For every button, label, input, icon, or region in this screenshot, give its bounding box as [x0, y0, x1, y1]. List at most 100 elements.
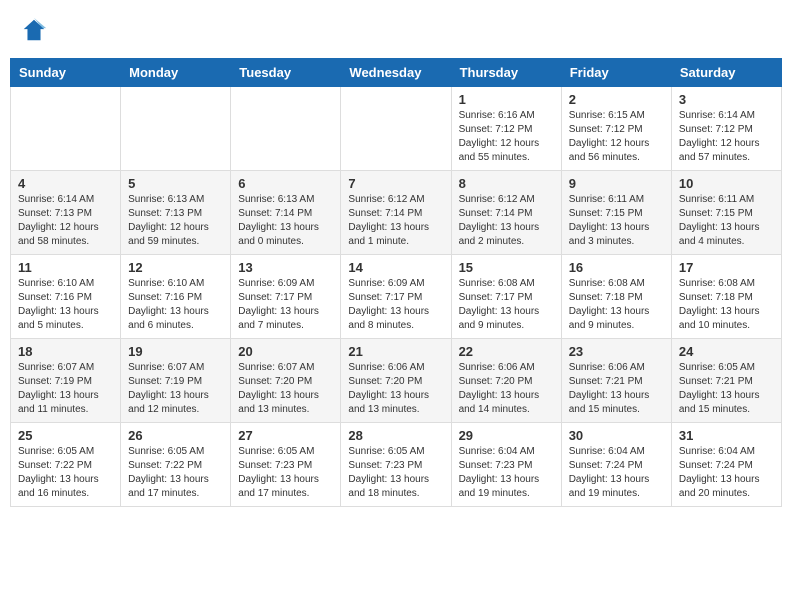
- calendar-cell: 9 Sunrise: 6:11 AMSunset: 7:15 PMDaylight…: [561, 171, 671, 255]
- day-number: 17: [679, 260, 774, 275]
- day-info: Sunrise: 6:12 AMSunset: 7:14 PMDaylight:…: [348, 193, 443, 249]
- calendar-cell: 21 Sunrise: 6:06 AMSunset: 7:20 PMDayligh…: [341, 339, 451, 423]
- day-info: Sunrise: 6:05 AMSunset: 7:21 PMDaylight:…: [679, 361, 774, 417]
- calendar-cell: [121, 87, 231, 171]
- day-info: Sunrise: 6:05 AMSunset: 7:22 PMDaylight:…: [18, 445, 113, 501]
- day-number: 16: [569, 260, 664, 275]
- calendar-cell: 2 Sunrise: 6:15 AMSunset: 7:12 PMDaylight…: [561, 87, 671, 171]
- col-header-tuesday: Tuesday: [231, 59, 341, 87]
- calendar-cell: 29 Sunrise: 6:04 AMSunset: 7:23 PMDayligh…: [451, 423, 561, 507]
- day-info: Sunrise: 6:13 AMSunset: 7:13 PMDaylight:…: [128, 193, 223, 249]
- day-number: 21: [348, 344, 443, 359]
- day-info: Sunrise: 6:11 AMSunset: 7:15 PMDaylight:…: [569, 193, 664, 249]
- col-header-saturday: Saturday: [671, 59, 781, 87]
- page-header: [10, 10, 782, 50]
- calendar-cell: 12 Sunrise: 6:10 AMSunset: 7:16 PMDayligh…: [121, 255, 231, 339]
- col-header-wednesday: Wednesday: [341, 59, 451, 87]
- calendar-cell: 27Sunrise: 6:05 AMSunset: 7:23 PMDayligh…: [231, 423, 341, 507]
- calendar-cell: 8 Sunrise: 6:12 AMSunset: 7:14 PMDaylight…: [451, 171, 561, 255]
- day-number: 23: [569, 344, 664, 359]
- calendar-cell: 28 Sunrise: 6:05 AMSunset: 7:23 PMDayligh…: [341, 423, 451, 507]
- day-info: Sunrise: 6:05 AMSunset: 7:23 PMDaylight:…: [238, 445, 333, 501]
- calendar-cell: 1 Sunrise: 6:16 AMSunset: 7:12 PMDaylight…: [451, 87, 561, 171]
- day-info: Sunrise: 6:13 AMSunset: 7:14 PMDaylight:…: [238, 193, 333, 249]
- calendar-cell: 25 Sunrise: 6:05 AMSunset: 7:22 PMDayligh…: [11, 423, 121, 507]
- day-info: Sunrise: 6:05 AMSunset: 7:23 PMDaylight:…: [348, 445, 443, 501]
- calendar-cell: 13Sunrise: 6:09 AMSunset: 7:17 PMDayligh…: [231, 255, 341, 339]
- col-header-thursday: Thursday: [451, 59, 561, 87]
- day-info: Sunrise: 6:16 AMSunset: 7:12 PMDaylight:…: [459, 109, 554, 165]
- day-number: 3: [679, 92, 774, 107]
- calendar-cell: 18 Sunrise: 6:07 AMSunset: 7:19 PMDayligh…: [11, 339, 121, 423]
- day-number: 11: [18, 260, 113, 275]
- day-info: Sunrise: 6:04 AMSunset: 7:24 PMDaylight:…: [679, 445, 774, 501]
- day-number: 7: [348, 176, 443, 191]
- day-info: Sunrise: 6:08 AMSunset: 7:18 PMDaylight:…: [569, 277, 664, 333]
- calendar-cell: 6 Sunrise: 6:13 AMSunset: 7:14 PMDaylight…: [231, 171, 341, 255]
- col-header-sunday: Sunday: [11, 59, 121, 87]
- calendar-cell: 15 Sunrise: 6:08 AMSunset: 7:17 PMDayligh…: [451, 255, 561, 339]
- day-number: 19: [128, 344, 223, 359]
- day-number: 9: [569, 176, 664, 191]
- day-info: Sunrise: 6:07 AMSunset: 7:19 PMDaylight:…: [128, 361, 223, 417]
- day-number: 12: [128, 260, 223, 275]
- day-number: 20: [238, 344, 333, 359]
- day-number: 4: [18, 176, 113, 191]
- day-info: Sunrise: 6:12 AMSunset: 7:14 PMDaylight:…: [459, 193, 554, 249]
- day-number: 31: [679, 428, 774, 443]
- calendar-cell: 7 Sunrise: 6:12 AMSunset: 7:14 PMDaylight…: [341, 171, 451, 255]
- day-number: 18: [18, 344, 113, 359]
- col-header-friday: Friday: [561, 59, 671, 87]
- day-number: 2: [569, 92, 664, 107]
- calendar-week-row: 1 Sunrise: 6:16 AMSunset: 7:12 PMDaylight…: [11, 87, 782, 171]
- calendar-week-row: 4Sunrise: 6:14 AMSunset: 7:13 PMDaylight…: [11, 171, 782, 255]
- calendar-header-row: SundayMondayTuesdayWednesdayThursdayFrid…: [11, 59, 782, 87]
- day-number: 14: [348, 260, 443, 275]
- calendar-cell: 24 Sunrise: 6:05 AMSunset: 7:21 PMDayligh…: [671, 339, 781, 423]
- calendar-cell: 17Sunrise: 6:08 AMSunset: 7:18 PMDayligh…: [671, 255, 781, 339]
- calendar-cell: 14 Sunrise: 6:09 AMSunset: 7:17 PMDayligh…: [341, 255, 451, 339]
- calendar-cell: 11 Sunrise: 6:10 AMSunset: 7:16 PMDayligh…: [11, 255, 121, 339]
- calendar-cell: 30Sunrise: 6:04 AMSunset: 7:24 PMDayligh…: [561, 423, 671, 507]
- day-number: 6: [238, 176, 333, 191]
- day-info: Sunrise: 6:04 AMSunset: 7:23 PMDaylight:…: [459, 445, 554, 501]
- day-info: Sunrise: 6:11 AMSunset: 7:15 PMDaylight:…: [679, 193, 774, 249]
- calendar-cell: 20 Sunrise: 6:07 AMSunset: 7:20 PMDayligh…: [231, 339, 341, 423]
- day-number: 24: [679, 344, 774, 359]
- day-info: Sunrise: 6:15 AMSunset: 7:12 PMDaylight:…: [569, 109, 664, 165]
- day-info: Sunrise: 6:07 AMSunset: 7:19 PMDaylight:…: [18, 361, 113, 417]
- day-number: 25: [18, 428, 113, 443]
- day-info: Sunrise: 6:06 AMSunset: 7:21 PMDaylight:…: [569, 361, 664, 417]
- day-info: Sunrise: 6:08 AMSunset: 7:17 PMDaylight:…: [459, 277, 554, 333]
- calendar-cell: 3 Sunrise: 6:14 AMSunset: 7:12 PMDaylight…: [671, 87, 781, 171]
- day-info: Sunrise: 6:09 AMSunset: 7:17 PMDaylight:…: [238, 277, 333, 333]
- calendar-cell: 19 Sunrise: 6:07 AMSunset: 7:19 PMDayligh…: [121, 339, 231, 423]
- day-number: 29: [459, 428, 554, 443]
- day-info: Sunrise: 6:06 AMSunset: 7:20 PMDaylight:…: [348, 361, 443, 417]
- day-number: 1: [459, 92, 554, 107]
- calendar-cell: 26Sunrise: 6:05 AMSunset: 7:22 PMDayligh…: [121, 423, 231, 507]
- calendar-cell: 23 Sunrise: 6:06 AMSunset: 7:21 PMDayligh…: [561, 339, 671, 423]
- day-number: 22: [459, 344, 554, 359]
- day-info: Sunrise: 6:14 AMSunset: 7:12 PMDaylight:…: [679, 109, 774, 165]
- day-info: Sunrise: 6:06 AMSunset: 7:20 PMDaylight:…: [459, 361, 554, 417]
- calendar-cell: [341, 87, 451, 171]
- calendar-cell: 22 Sunrise: 6:06 AMSunset: 7:20 PMDayligh…: [451, 339, 561, 423]
- calendar-cell: 4Sunrise: 6:14 AMSunset: 7:13 PMDaylight…: [11, 171, 121, 255]
- day-number: 28: [348, 428, 443, 443]
- day-number: 8: [459, 176, 554, 191]
- day-info: Sunrise: 6:09 AMSunset: 7:17 PMDaylight:…: [348, 277, 443, 333]
- calendar-cell: 5Sunrise: 6:13 AMSunset: 7:13 PMDaylight…: [121, 171, 231, 255]
- logo: [20, 16, 50, 44]
- calendar-week-row: 18 Sunrise: 6:07 AMSunset: 7:19 PMDayligh…: [11, 339, 782, 423]
- calendar-table: SundayMondayTuesdayWednesdayThursdayFrid…: [10, 58, 782, 507]
- calendar-week-row: 25 Sunrise: 6:05 AMSunset: 7:22 PMDayligh…: [11, 423, 782, 507]
- day-number: 15: [459, 260, 554, 275]
- calendar-cell: 31 Sunrise: 6:04 AMSunset: 7:24 PMDayligh…: [671, 423, 781, 507]
- day-number: 30: [569, 428, 664, 443]
- day-info: Sunrise: 6:10 AMSunset: 7:16 PMDaylight:…: [128, 277, 223, 333]
- logo-icon: [20, 16, 48, 44]
- col-header-monday: Monday: [121, 59, 231, 87]
- day-info: Sunrise: 6:07 AMSunset: 7:20 PMDaylight:…: [238, 361, 333, 417]
- day-info: Sunrise: 6:10 AMSunset: 7:16 PMDaylight:…: [18, 277, 113, 333]
